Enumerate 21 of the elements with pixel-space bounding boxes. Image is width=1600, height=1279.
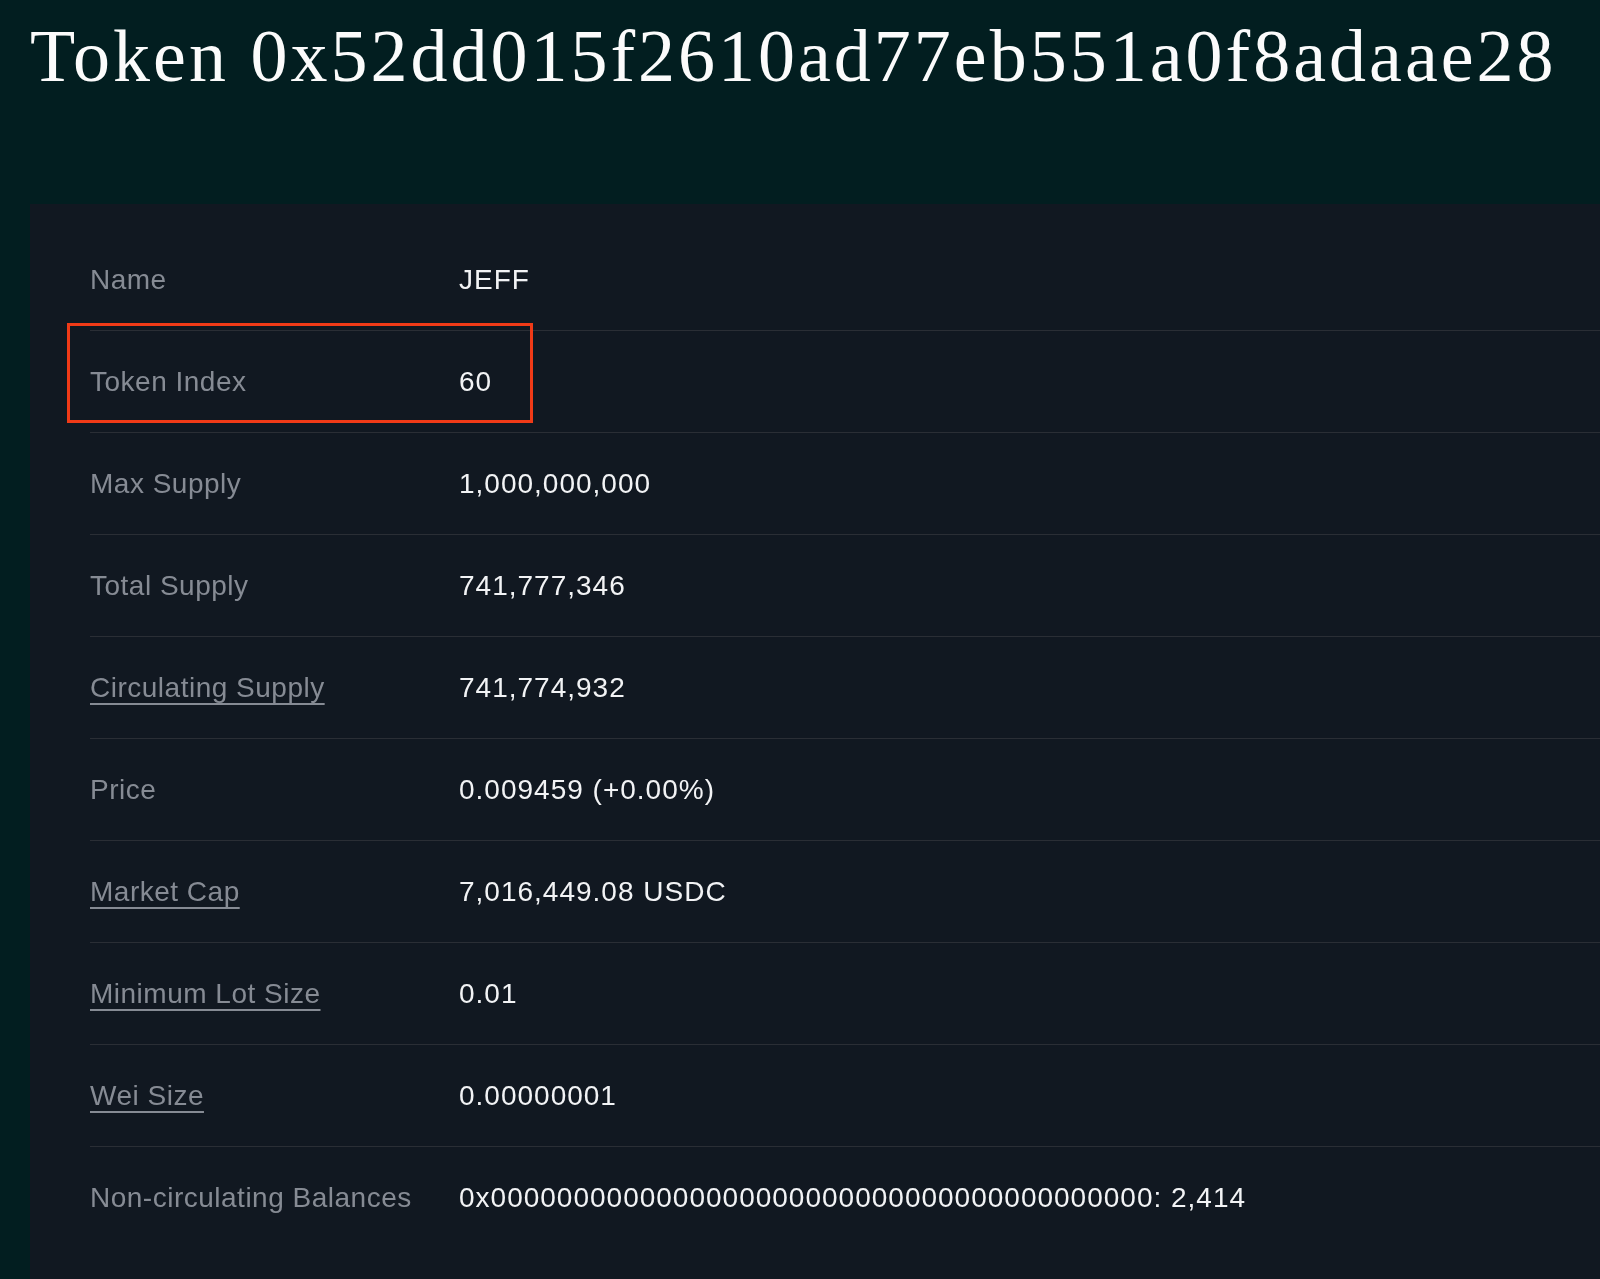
- field-label: Name: [90, 263, 168, 296]
- field-value: 0x0000000000000000000000000000000000000000: 2,414: [459, 1181, 1247, 1214]
- field-label-link[interactable]: Market Cap: [90, 875, 459, 908]
- page-title: Token 0x52dd015f2610ad77eb551a0f8adaae28: [29, 14, 1558, 99]
- field-label-link[interactable]: Circulating Supply: [90, 671, 459, 704]
- field-value: 741,777,346: [459, 569, 626, 602]
- field-value: JEFF: [459, 263, 530, 296]
- field-value: 0.00000001: [459, 1079, 617, 1112]
- field-value: 60: [459, 365, 493, 398]
- field-label: Token Index: [90, 365, 248, 398]
- field-label: Non-circulating Balances: [90, 1181, 413, 1214]
- field-label: Price: [90, 773, 158, 806]
- field-label: Max Supply: [90, 467, 243, 500]
- field-value: 1,000,000,000: [459, 467, 652, 500]
- field-label: Total Supply: [90, 569, 250, 602]
- field-value: 7,016,449.08 USDC: [459, 875, 727, 908]
- field-label-link[interactable]: Minimum Lot Size: [90, 977, 459, 1010]
- field-label-link[interactable]: Wei Size: [90, 1079, 459, 1112]
- field-value: 0.01: [459, 977, 518, 1010]
- field-value: 741,774,932: [459, 671, 626, 704]
- field-value: 0.009459 (+0.00%): [459, 773, 715, 806]
